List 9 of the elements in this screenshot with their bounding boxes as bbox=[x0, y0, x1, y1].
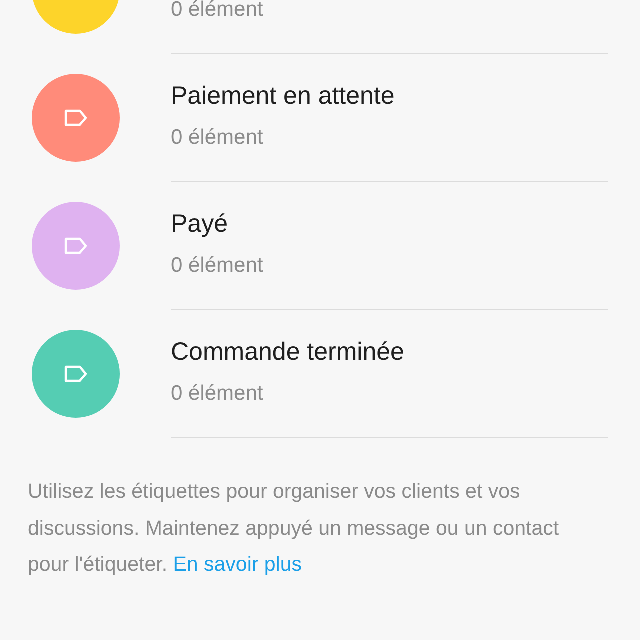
item-count: 0 élément bbox=[171, 383, 264, 405]
item-count: 0 élément bbox=[171, 127, 264, 149]
item-count: 0 élément bbox=[171, 0, 264, 21]
help-text: Utilisez les étiquettes pour organiser vos clients et vos discussions. Maintenez appuyé un message ou un contact pour l'étiqueter. En savoir plus bbox=[28, 479, 560, 578]
label-title: Paiement en attente bbox=[171, 81, 395, 112]
item-count: 0 élément bbox=[171, 255, 264, 277]
label-title: Commande terminée bbox=[171, 337, 404, 368]
learn-more-link[interactable]: En savoir plus bbox=[173, 553, 302, 576]
label-title: Payé bbox=[171, 209, 228, 240]
